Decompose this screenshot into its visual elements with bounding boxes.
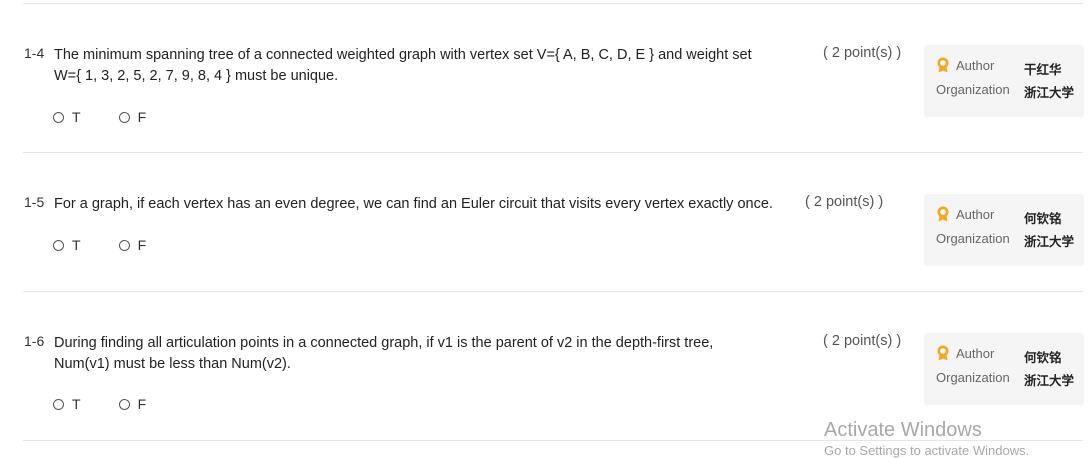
option-true[interactable]: T bbox=[53, 396, 81, 412]
top-divider bbox=[23, 3, 1083, 4]
radio-false[interactable] bbox=[118, 111, 130, 123]
question-text-line1: During finding all articulation points i… bbox=[54, 335, 714, 351]
option-false-label: F bbox=[137, 396, 147, 412]
author-name: 干红华 bbox=[1024, 63, 1062, 77]
radio-true[interactable] bbox=[53, 398, 64, 410]
question-text-line1: The minimum spanning tree of a connected… bbox=[54, 47, 752, 63]
option-false[interactable]: F bbox=[118, 396, 147, 412]
question-divider bbox=[23, 152, 1083, 153]
author-name: 何钦铭 bbox=[1024, 351, 1062, 365]
organization-name: 浙江大学 bbox=[1024, 86, 1075, 100]
radio-true[interactable] bbox=[53, 111, 64, 123]
author-row: Author bbox=[936, 57, 994, 73]
question-text-line1: For a graph, if each vertex has an even … bbox=[54, 196, 773, 212]
option-true[interactable]: T bbox=[53, 109, 81, 125]
author-name: 何钦铭 bbox=[1024, 212, 1062, 226]
answer-options: T F bbox=[53, 237, 184, 253]
question-text: The minimum spanning tree of a connected… bbox=[54, 45, 752, 87]
option-false[interactable]: F bbox=[118, 109, 147, 125]
radio-false[interactable] bbox=[118, 239, 130, 251]
award-icon bbox=[937, 345, 949, 361]
question-points: ( 2 point(s) ) bbox=[805, 194, 884, 210]
organization-label: Organization bbox=[936, 82, 1010, 97]
award-icon bbox=[937, 206, 949, 222]
organization-name: 浙江大学 bbox=[1024, 374, 1075, 388]
question-info-panel: Author 何钦铭 Organization 浙江大学 bbox=[924, 194, 1084, 266]
organization-label: Organization bbox=[936, 231, 1010, 246]
option-true-label: T bbox=[72, 396, 81, 412]
organization-label: Organization bbox=[936, 370, 1010, 385]
author-label: Author bbox=[956, 346, 995, 361]
author-label: Author bbox=[956, 58, 995, 73]
award-icon bbox=[937, 57, 949, 73]
radio-true[interactable] bbox=[53, 239, 64, 251]
author-row: Author bbox=[936, 345, 994, 361]
question-number: 1-5 bbox=[24, 194, 45, 210]
author-label: Author bbox=[956, 207, 995, 222]
option-false-label: F bbox=[137, 109, 147, 125]
option-false-label: F bbox=[137, 237, 147, 253]
author-row: Author bbox=[936, 206, 994, 222]
question-text: For a graph, if each vertex has an even … bbox=[54, 194, 773, 215]
answer-options: T F bbox=[53, 109, 184, 125]
activate-windows-subtitle: Go to Settings to activate Windows. bbox=[824, 443, 1030, 458]
option-true-label: T bbox=[72, 109, 81, 125]
question-text-line2: W={ 1, 3, 2, 5, 2, 7, 9, 8, 4 } must be … bbox=[54, 68, 339, 84]
question-number: 1-6 bbox=[24, 333, 45, 349]
option-true-label: T bbox=[72, 237, 81, 253]
question-points: ( 2 point(s) ) bbox=[823, 333, 902, 349]
question-text-line2: Num(v1) must be less than Num(v2). bbox=[54, 356, 291, 372]
radio-false[interactable] bbox=[118, 398, 130, 410]
question-divider bbox=[23, 291, 1083, 292]
answer-options: T F bbox=[53, 396, 184, 412]
question-number: 1-4 bbox=[24, 45, 45, 61]
question-info-panel: Author 干红华 Organization 浙江大学 bbox=[924, 45, 1084, 117]
question-text: During finding all articulation points i… bbox=[54, 333, 713, 375]
question-info-panel: Author 何钦铭 Organization 浙江大学 bbox=[924, 333, 1084, 405]
organization-name: 浙江大学 bbox=[1024, 235, 1075, 249]
question-points: ( 2 point(s) ) bbox=[823, 45, 902, 61]
activate-windows-title: Activate Windows bbox=[824, 419, 982, 441]
option-true[interactable]: T bbox=[53, 237, 81, 253]
option-false[interactable]: F bbox=[118, 237, 147, 253]
